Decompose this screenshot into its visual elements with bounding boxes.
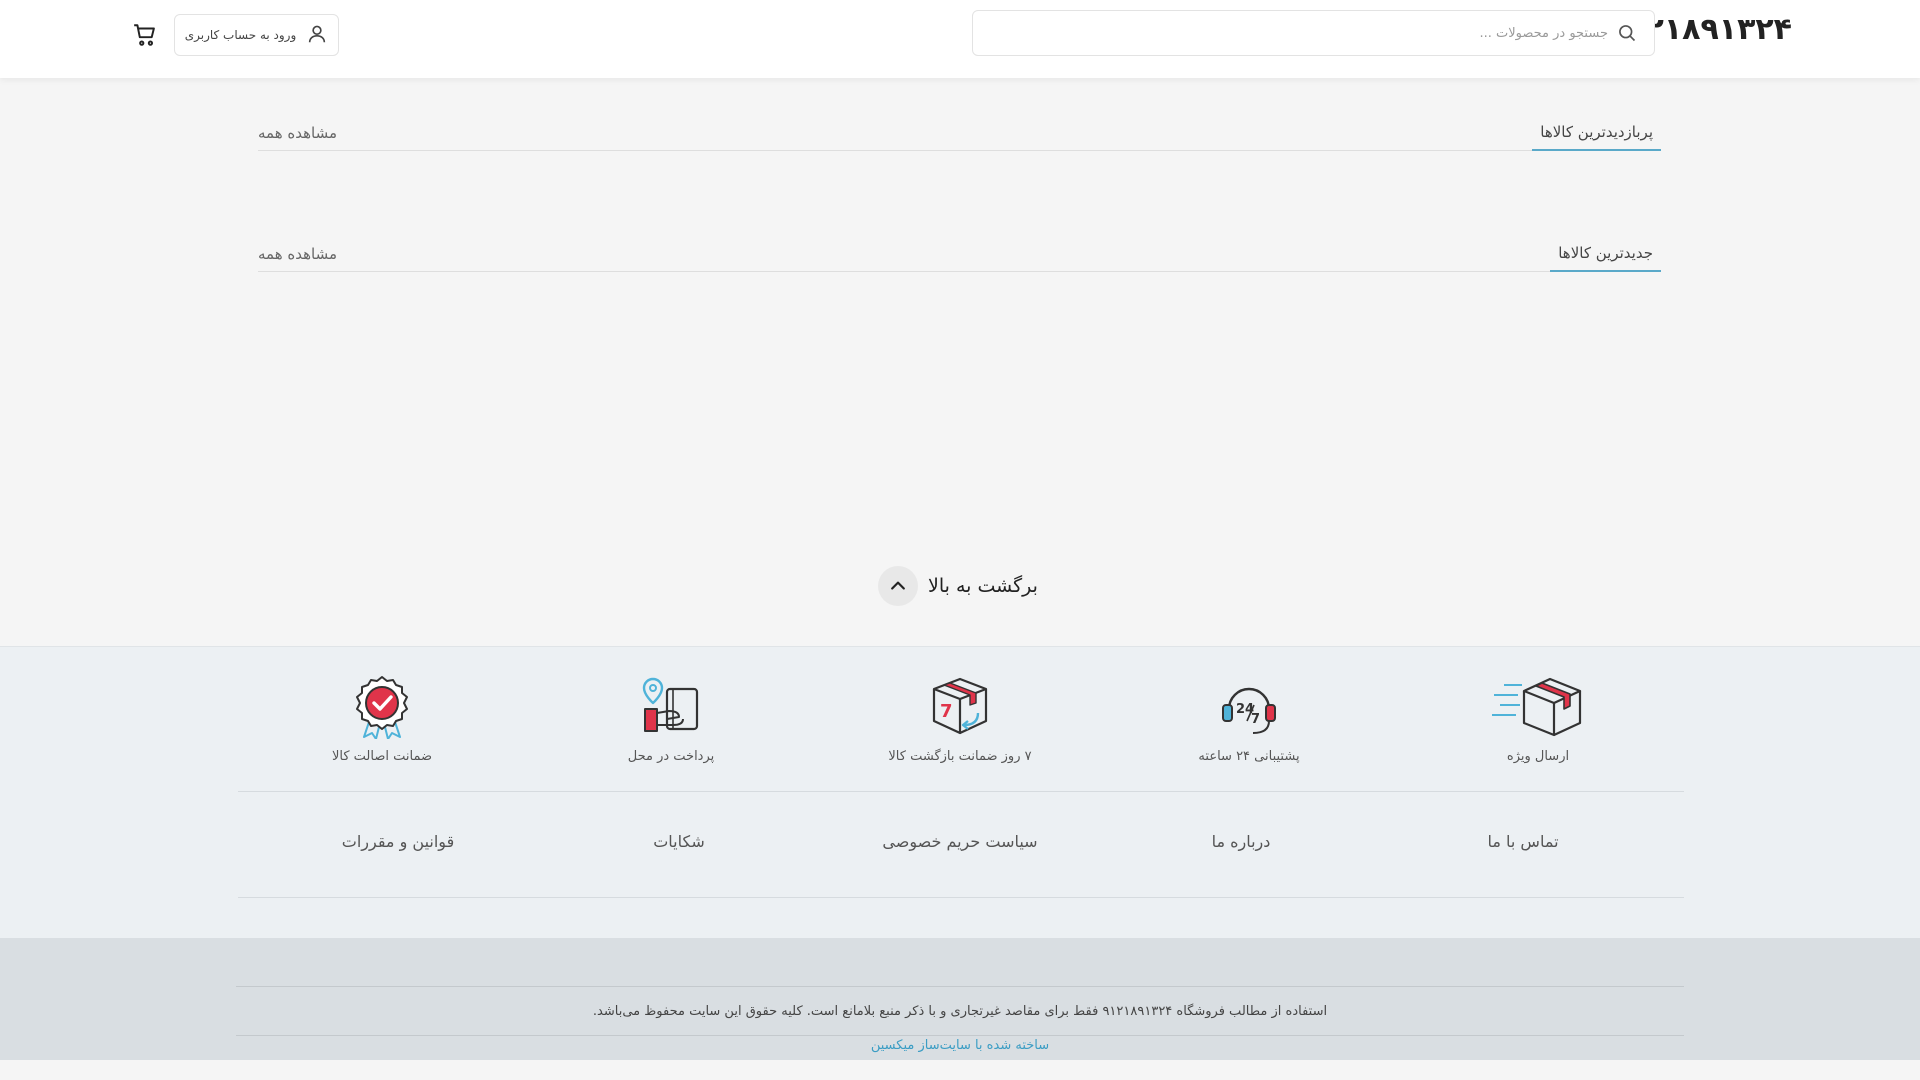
pay-on-delivery-icon xyxy=(623,675,719,739)
cart-icon xyxy=(132,22,158,52)
feature-label: پشتیبانی ۲۴ ساعته xyxy=(1198,749,1300,764)
site-footer: ارسال ویژه 24 7 پشتیبانی ۲۴ ساعته 7 ۷ رو… xyxy=(0,646,1920,938)
copyright-band: استفاده از مطالب فروشگاه ۹۱۲۱۸۹۱۳۲۴ فقط … xyxy=(0,938,1920,1060)
copyright-text: استفاده از مطالب فروشگاه ۹۱۲۱۸۹۱۳۲۴ فقط … xyxy=(592,1003,1328,1019)
copyright-box: استفاده از مطالب فروشگاه ۹۱۲۱۸۹۱۳۲۴ فقط … xyxy=(236,986,1684,1036)
login-label: ورود به حساب کاربری xyxy=(184,28,297,42)
chevron-up-icon xyxy=(878,566,918,606)
support-24-7-icon: 24 7 xyxy=(1201,675,1297,739)
search-icon[interactable] xyxy=(1616,22,1638,44)
footer-link-terms[interactable]: قوانین و مقررات xyxy=(342,832,454,851)
feature-item: پرداخت در محل xyxy=(571,675,771,775)
footer-link-privacy[interactable]: سیاست حریم خصوصی xyxy=(882,832,1037,851)
user-icon xyxy=(306,23,328,48)
back-to-top-label: برگشت به بالا xyxy=(928,575,1038,597)
svg-text:7: 7 xyxy=(1251,712,1260,727)
login-button[interactable]: ورود به حساب کاربری xyxy=(174,14,339,56)
originality-badge-icon xyxy=(334,675,430,739)
view-all-link[interactable]: مشاهده همه xyxy=(258,245,337,263)
return-guarantee-icon: 7 xyxy=(912,675,1008,739)
footer-link-about[interactable]: درباره ما xyxy=(1212,832,1271,851)
footer-links-row: تماس با ما درباره ما سیاست حریم خصوصی شک… xyxy=(238,792,1684,898)
view-all-link[interactable]: مشاهده همه xyxy=(258,124,337,142)
cart-button[interactable] xyxy=(130,22,160,52)
feature-item: 24 7 پشتیبانی ۲۴ ساعته xyxy=(1149,675,1349,775)
svg-text:7: 7 xyxy=(940,701,953,722)
feature-label: ضمانت اصالت کالا xyxy=(331,749,433,764)
feature-item: 7 ۷ روز ضمانت بازگشت کالا xyxy=(860,675,1060,775)
feature-item: ارسال ویژه xyxy=(1438,675,1638,775)
feature-item: ضمانت اصالت کالا xyxy=(282,675,482,775)
site-builder-link[interactable]: ساخته شده با سایت‌ساز میکسین xyxy=(0,1038,1920,1053)
section-title: جدیدترین کالاها xyxy=(1550,244,1661,272)
most-viewed-section-header: پربازدیدترین کالاها مشاهده همه xyxy=(258,117,1661,151)
site-header: ۹۱۲۱۸۹۱۳۲۴ ورود به حساب کاربری xyxy=(0,0,1920,78)
feature-label: پرداخت در محل xyxy=(627,749,715,764)
search-box[interactable] xyxy=(972,10,1655,56)
section-title: پربازدیدترین کالاها xyxy=(1532,123,1661,151)
features-row: ارسال ویژه 24 7 پشتیبانی ۲۴ ساعته 7 ۷ رو… xyxy=(238,647,1684,792)
feature-label: ارسال ویژه xyxy=(1506,749,1570,764)
feature-label: ۷ روز ضمانت بازگشت کالا xyxy=(888,749,1032,764)
delivery-box-icon xyxy=(1490,675,1586,739)
footer-link-contact[interactable]: تماس با ما xyxy=(1487,832,1558,851)
newest-section-header: جدیدترین کالاها مشاهده همه xyxy=(258,238,1661,272)
footer-link-complaints[interactable]: شکایات xyxy=(653,832,705,851)
back-to-top-button[interactable]: برگشت به بالا xyxy=(878,566,1038,606)
search-input[interactable] xyxy=(1016,13,1616,53)
